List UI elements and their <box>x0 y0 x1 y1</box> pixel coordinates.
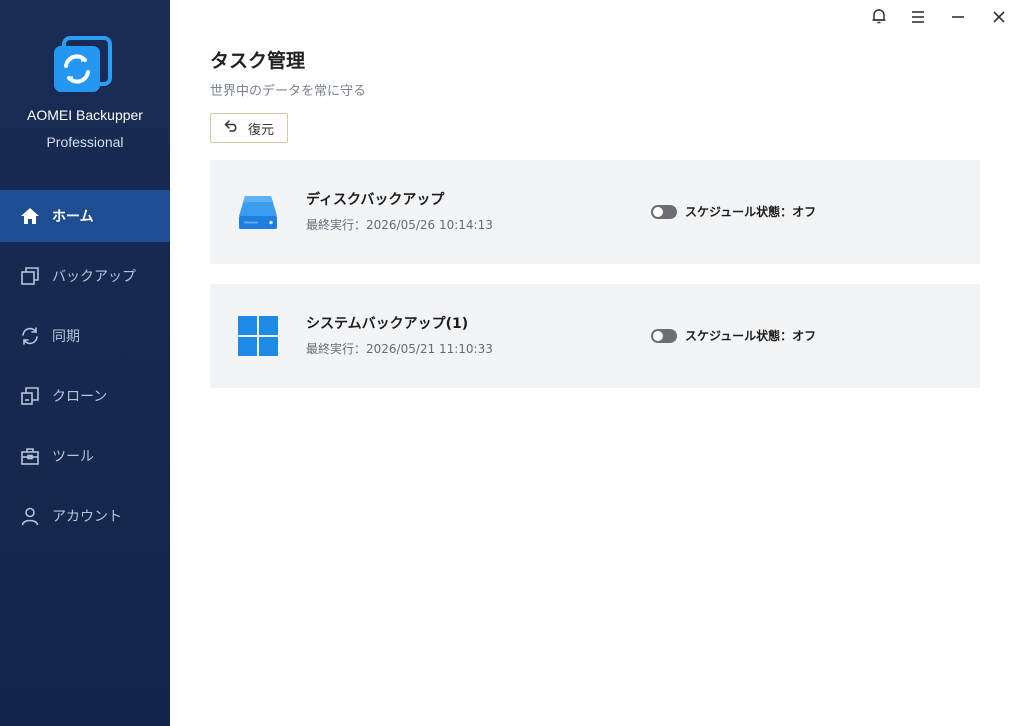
sidebar-item-tools[interactable]: ツール <box>0 430 170 482</box>
sidebar-item-label: バックアップ <box>52 269 136 285</box>
page-title: タスク管理 <box>210 50 306 72</box>
task-last-run: 最終実行：2026/05/26 10:14:13 <box>306 218 493 232</box>
user-icon <box>20 506 40 526</box>
schedule-status-label: スケジュール状態：オフ <box>685 329 817 343</box>
task-card-disk-backup[interactable]: ディスクバックアップ 最終実行：2026/05/26 10:14:13 スケジュ… <box>210 160 980 264</box>
disk-icon <box>236 190 280 234</box>
sidebar-item-backup[interactable]: バックアップ <box>0 250 170 302</box>
notifications-button[interactable] <box>867 6 891 30</box>
minimize-icon <box>951 9 965 28</box>
sidebar-item-clone[interactable]: クローン <box>0 370 170 422</box>
sidebar-item-sync[interactable]: 同期 <box>0 310 170 362</box>
menu-button[interactable] <box>906 6 930 30</box>
task-card-system-backup[interactable]: システムバックアップ(1) 最終実行：2026/05/21 11:10:33 ス… <box>210 284 980 388</box>
undo-icon <box>224 120 248 136</box>
app-edition: Professional <box>46 134 124 150</box>
schedule-status: スケジュール状態：オフ <box>651 203 816 220</box>
sidebar-item-account[interactable]: アカウント <box>0 490 170 542</box>
schedule-status: スケジュール状態：オフ <box>651 327 816 344</box>
close-icon <box>992 9 1006 28</box>
app-logo <box>52 36 114 96</box>
sidebar: AOMEI Backupper Professional ホーム バックアップ … <box>0 0 170 726</box>
task-name: システムバックアップ(1) <box>306 316 469 332</box>
schedule-status-label: スケジュール状態：オフ <box>685 205 817 219</box>
minimize-button[interactable] <box>946 6 970 30</box>
app-name: AOMEI Backupper <box>27 107 143 123</box>
backup-icon <box>20 266 40 286</box>
sidebar-item-home[interactable]: ホーム <box>0 190 170 242</box>
home-icon <box>20 206 40 226</box>
sidebar-item-label: ツール <box>52 449 94 465</box>
windows-icon <box>236 314 280 358</box>
sync-icon <box>20 326 40 346</box>
menu-icon <box>910 9 926 28</box>
restore-button[interactable]: 復元 <box>210 113 288 143</box>
sidebar-nav: ホーム バックアップ 同期 クローン ツール アカウント <box>0 190 170 550</box>
schedule-toggle[interactable] <box>651 204 677 219</box>
toggle-knob <box>653 330 663 341</box>
page-subtitle: 世界中のデータを常に守る <box>210 84 367 99</box>
toggle-knob <box>653 206 663 217</box>
sidebar-item-label: 同期 <box>52 329 80 345</box>
task-name: ディスクバックアップ <box>306 192 445 208</box>
task-last-run: 最終実行：2026/05/21 11:10:33 <box>306 342 493 356</box>
schedule-toggle[interactable] <box>651 328 677 343</box>
sidebar-item-label: ホーム <box>52 209 94 225</box>
main-panel: タスク管理 世界中のデータを常に守る 復元 ディスクバックアップ 最終実行：20… <box>170 0 1014 726</box>
sidebar-item-label: アカウント <box>52 509 122 525</box>
toolbox-icon <box>20 446 40 466</box>
bell-icon <box>870 7 888 29</box>
restore-label: 復元 <box>247 122 274 138</box>
clone-icon <box>20 386 40 406</box>
close-button[interactable] <box>987 6 1011 30</box>
app-window: AOMEI Backupper Professional ホーム バックアップ … <box>0 0 1014 726</box>
sidebar-item-label: クローン <box>52 389 108 405</box>
